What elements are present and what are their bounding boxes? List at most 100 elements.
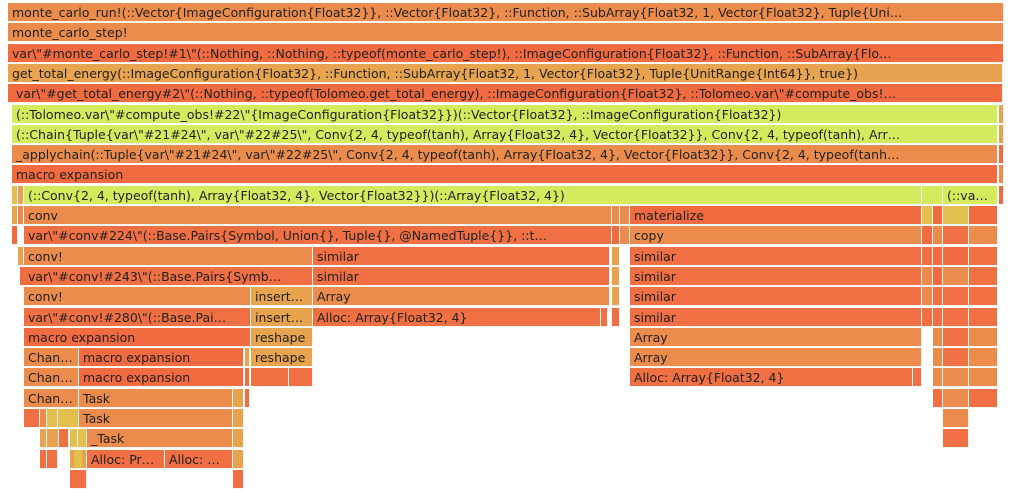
- frame[interactable]: [12, 226, 18, 246]
- frame-conv-280[interactable]: var\"#conv!#280\"(::Base.Pai…: [24, 307, 251, 327]
- frame[interactable]: [933, 206, 943, 225]
- frame[interactable]: [943, 206, 969, 225]
- frame[interactable]: [233, 469, 244, 489]
- frame[interactable]: [943, 368, 969, 388]
- frame[interactable]: [245, 388, 250, 408]
- frame[interactable]: [620, 206, 630, 225]
- frame-copy[interactable]: copy: [630, 226, 922, 246]
- frame[interactable]: [82, 469, 87, 489]
- frame-chan[interactable]: Chan…: [24, 388, 79, 408]
- frame[interactable]: [969, 226, 998, 246]
- frame[interactable]: [943, 266, 969, 286]
- frame[interactable]: [612, 307, 620, 327]
- frame-macro-expansion[interactable]: macro expansion: [12, 165, 998, 185]
- frame[interactable]: [245, 348, 250, 368]
- frame-monte-carlo-step[interactable]: monte_carlo_step!: [8, 23, 1004, 43]
- frame[interactable]: [943, 287, 969, 307]
- frame-chan[interactable]: Chan…: [24, 348, 79, 368]
- frame-conv-bang[interactable]: conv!: [24, 246, 313, 266]
- frame[interactable]: [913, 368, 922, 388]
- frame-array[interactable]: Array: [630, 348, 922, 368]
- frame[interactable]: [999, 165, 1004, 185]
- frame-get-total-energy[interactable]: get_total_energy(::ImageConfiguration{Fl…: [8, 63, 1003, 83]
- frame[interactable]: [922, 246, 933, 266]
- frame-similar[interactable]: similar: [630, 307, 922, 327]
- frame[interactable]: [251, 368, 289, 388]
- frame-conv-bang[interactable]: conv!: [24, 287, 251, 307]
- frame[interactable]: [969, 348, 998, 368]
- frame-similar[interactable]: similar: [313, 246, 610, 266]
- frame[interactable]: [943, 327, 969, 347]
- frame[interactable]: [933, 368, 943, 388]
- frame-reshape[interactable]: reshape: [251, 327, 313, 347]
- frame[interactable]: [78, 429, 87, 449]
- frame[interactable]: [969, 206, 998, 225]
- frame-macro-expansion[interactable]: macro expansion: [79, 348, 244, 368]
- frame-array[interactable]: Array: [630, 327, 922, 347]
- frame-alloc-array[interactable]: Alloc: Array{Float32, 4}: [630, 368, 913, 388]
- frame-compute-obs[interactable]: (::Tolomeo.var\"#compute_obs!#22\"{Image…: [12, 104, 998, 124]
- frame-conv-243[interactable]: var\"#conv!#243\"(::Base.Pairs{Symb…: [24, 266, 313, 286]
- frame[interactable]: [922, 185, 943, 205]
- frame[interactable]: [999, 185, 1004, 205]
- frame[interactable]: [233, 449, 244, 469]
- frame[interactable]: [943, 226, 969, 246]
- frame-chain[interactable]: (::Chain{Tuple{var\"#21#24\", var\"#22#2…: [12, 124, 998, 144]
- frame[interactable]: [969, 307, 998, 327]
- frame[interactable]: [620, 226, 630, 246]
- frame-task[interactable]: Task: [79, 409, 233, 428]
- frame[interactable]: [233, 388, 244, 408]
- frame[interactable]: [943, 348, 969, 368]
- frame[interactable]: [933, 348, 943, 368]
- frame[interactable]: [969, 327, 998, 347]
- frame[interactable]: [999, 104, 1004, 124]
- frame[interactable]: [233, 409, 244, 428]
- frame-conv[interactable]: conv: [24, 206, 612, 225]
- frame[interactable]: [969, 287, 998, 307]
- frame[interactable]: [943, 409, 969, 428]
- frame[interactable]: [612, 206, 620, 225]
- frame[interactable]: [40, 429, 47, 449]
- frame[interactable]: [933, 287, 943, 307]
- frame[interactable]: [933, 307, 943, 327]
- frame[interactable]: [58, 409, 79, 428]
- frame[interactable]: [289, 368, 313, 388]
- frame[interactable]: [943, 246, 969, 266]
- frame[interactable]: [933, 327, 943, 347]
- frame[interactable]: [933, 266, 943, 286]
- frame-macro-expansion[interactable]: macro expansion: [79, 368, 244, 388]
- frame[interactable]: [969, 246, 998, 266]
- frame[interactable]: [922, 226, 933, 246]
- frame[interactable]: [47, 409, 58, 428]
- frame-alloc-pr[interactable]: Alloc: Pr…: [87, 449, 165, 469]
- frame[interactable]: [969, 266, 998, 286]
- frame-get-total-energy-2[interactable]: var\"#get_total_energy#2\"(::Nothing, ::…: [12, 84, 1003, 104]
- frame-va[interactable]: (::va…: [943, 185, 998, 205]
- frame-conv-224[interactable]: var\"#conv#224\"(::Base.Pairs{Symbol, Un…: [24, 226, 612, 246]
- frame-monte-carlo-step-1[interactable]: var\"#monte_carlo_step!#1\"(::Nothing, :…: [8, 43, 1004, 63]
- frame[interactable]: [922, 206, 933, 225]
- frame-reshape[interactable]: reshape: [251, 348, 313, 368]
- frame-array[interactable]: Array: [313, 287, 610, 307]
- frame-applychain[interactable]: _applychain(::Tuple{var\"#21#24\", var\"…: [12, 145, 998, 165]
- frame-similar[interactable]: similar: [630, 287, 922, 307]
- frame[interactable]: [969, 388, 998, 408]
- frame[interactable]: [47, 449, 58, 469]
- frame-similar[interactable]: similar: [630, 266, 922, 286]
- frame[interactable]: [47, 429, 59, 449]
- frame-task[interactable]: Task: [79, 388, 233, 408]
- frame[interactable]: [612, 287, 620, 307]
- frame[interactable]: [601, 307, 608, 327]
- frame-monte-carlo-run[interactable]: monte_carlo_run!(::Vector{ImageConfigura…: [8, 3, 1004, 22]
- frame[interactable]: [922, 287, 933, 307]
- frame[interactable]: [612, 266, 620, 286]
- frame-chan[interactable]: Chan…: [24, 368, 79, 388]
- frame-alloc-array[interactable]: Alloc: Array{Float32, 4}: [313, 307, 601, 327]
- frame-similar[interactable]: similar: [630, 246, 922, 266]
- frame-insert[interactable]: insert…: [251, 307, 313, 327]
- frame[interactable]: [40, 449, 47, 469]
- frame[interactable]: [933, 388, 943, 408]
- frame[interactable]: [922, 307, 933, 327]
- frame[interactable]: [24, 409, 40, 428]
- frame-similar[interactable]: similar: [313, 266, 610, 286]
